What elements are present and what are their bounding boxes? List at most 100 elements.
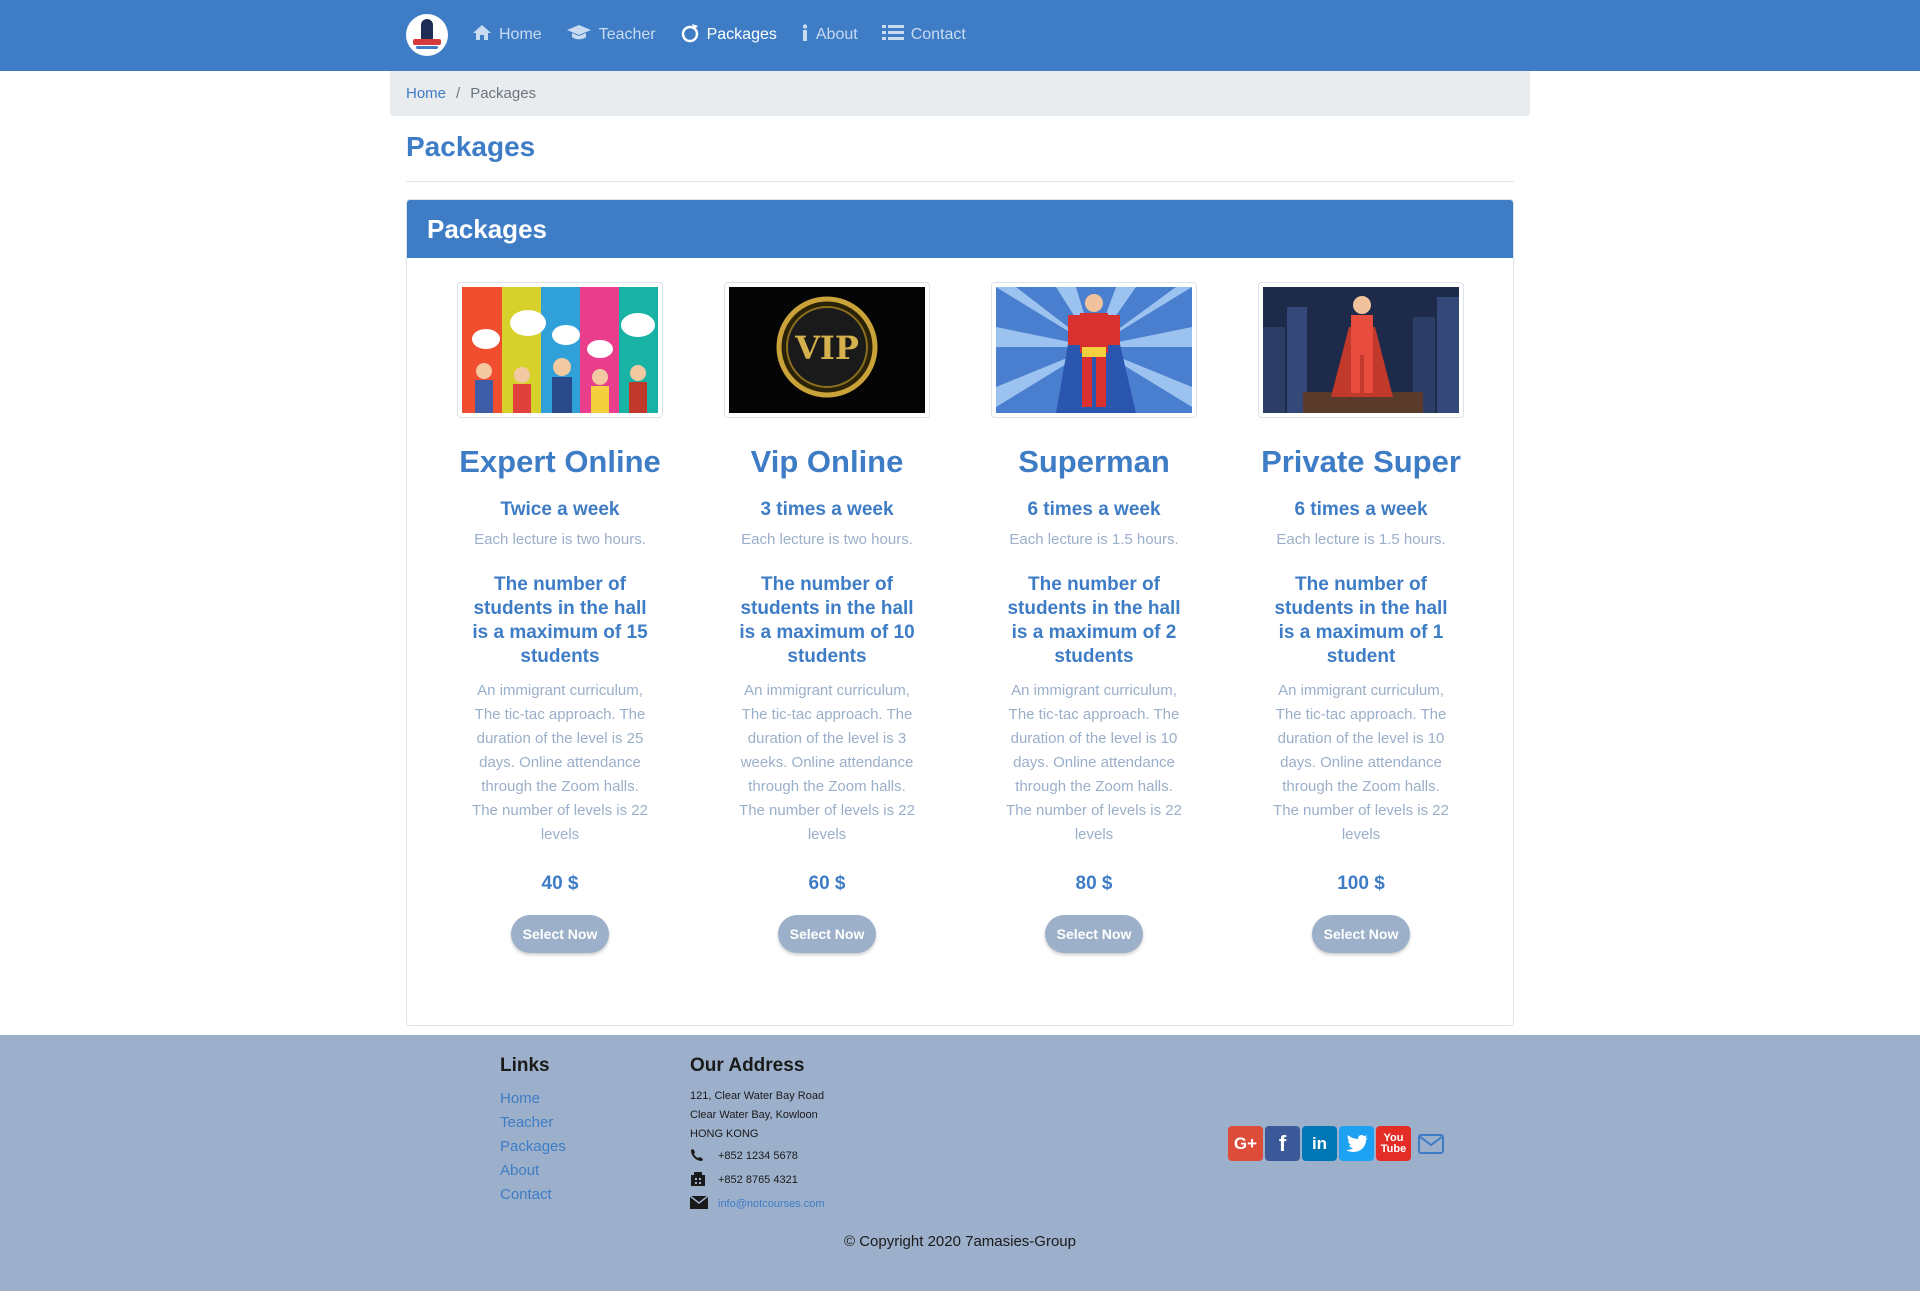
panel-header: Packages [407, 200, 1513, 258]
package-description: An immigrant curriculum, The tic-tac app… [1006, 682, 1182, 843]
package-name: Vip Online [750, 444, 904, 479]
vip-badge-illustration: VIP [729, 287, 925, 413]
package-card-vip-online: VIP Vip Online 3 times a week Each lectu… [717, 282, 937, 953]
email-link[interactable]: info@notcourses.com [718, 1198, 825, 1210]
logo-figure [421, 19, 433, 41]
social-icons: G+ f in You Tube [1228, 1126, 1450, 1161]
package-image: VIP [724, 282, 930, 418]
nav-item-label: Packages [706, 26, 777, 43]
nav-inner: Home Teacher Packages About Contact [406, 14, 990, 56]
package-students: The number of students in the hall is a … [472, 574, 648, 667]
phone-row: +852 1234 5678 [690, 1144, 825, 1168]
linkedin-icon[interactable]: in [1302, 1126, 1337, 1161]
phone-icon [690, 1148, 718, 1165]
footer: Links Home Teacher Packages About Contac… [0, 1035, 1920, 1291]
footer-links-heading: Links [500, 1055, 550, 1076]
people-speech-bubbles-illustration [462, 287, 658, 413]
package-lecture-duration: Each lecture is two hours. [474, 531, 646, 548]
nav-item-label: About [815, 26, 858, 43]
panel-title: Packages [427, 214, 547, 244]
package-card-expert-online: Expert Online Twice a week Each lecture … [450, 282, 670, 953]
package-price: 40 $ [541, 873, 579, 894]
footer-link-teacher[interactable]: Teacher [500, 1111, 566, 1135]
google-plus-icon[interactable]: G+ [1228, 1126, 1263, 1161]
info-icon [801, 23, 809, 47]
package-students: The number of students in the hall is a … [1274, 574, 1448, 667]
package-students: The number of students in the hall is a … [739, 574, 915, 667]
package-image [457, 282, 663, 418]
copyright: © Copyright 2020 7amasies-Group [843, 1233, 1076, 1250]
list-icon [881, 24, 904, 46]
select-now-button[interactable]: Select Now [511, 915, 609, 953]
breadcrumb-separator: / [456, 85, 461, 102]
nav-item-teacher[interactable]: Teacher [566, 24, 656, 46]
title-divider [406, 181, 1514, 182]
package-card-private-super: Private Super 6 times a week Each lectur… [1251, 282, 1471, 953]
package-students: The number of students in the hall is a … [1007, 574, 1181, 667]
address-line: 121, Clear Water Bay Road [690, 1090, 825, 1102]
package-description: An immigrant curriculum, The tic-tac app… [1273, 682, 1449, 843]
top-navbar: Home Teacher Packages About Contact [0, 0, 1920, 71]
vip-badge-text: VIP [794, 329, 859, 367]
footer-links: Links Home Teacher Packages About Contac… [500, 1055, 566, 1207]
packages-panel: Packages Expert Online Twice a week Each… [406, 199, 1514, 1026]
breadcrumb: Home / Packages [390, 71, 1530, 116]
package-description: An immigrant curriculum, The tic-tac app… [739, 682, 915, 843]
footer-link-packages[interactable]: Packages [500, 1135, 566, 1159]
footer-address: Our Address 121, Clear Water Bay Road Cl… [689, 1055, 825, 1216]
footer-link-contact[interactable]: Contact [500, 1183, 566, 1207]
package-lecture-duration: Each lecture is 1.5 hours. [1276, 531, 1446, 548]
refresh-icon [680, 23, 700, 48]
envelope-icon [689, 1195, 718, 1212]
mail-icon[interactable] [1413, 1126, 1448, 1161]
package-frequency: 3 times a week [760, 499, 894, 520]
nav-item-label: Teacher [598, 26, 656, 43]
youtube-icon[interactable]: You Tube [1376, 1126, 1411, 1161]
package-description: An immigrant curriculum, The tic-tac app… [472, 682, 648, 843]
site-logo[interactable] [406, 14, 448, 56]
page-title: Packages [406, 131, 536, 162]
package-frequency: 6 times a week [1027, 499, 1161, 520]
fax-number: +852 8765 4321 [718, 1174, 798, 1186]
select-now-button[interactable]: Select Now [778, 915, 876, 953]
phone-number: +852 1234 5678 [718, 1150, 798, 1162]
logo-mark [413, 39, 441, 45]
package-card-superman: Superman 6 times a week Each lecture is … [984, 282, 1204, 953]
facebook-icon[interactable]: f [1265, 1126, 1300, 1161]
footer-link-about[interactable]: About [500, 1159, 566, 1183]
address-line: HONG KONG [690, 1128, 759, 1140]
email-row: info@notcourses.com [689, 1192, 825, 1216]
package-name: Private Super [1261, 444, 1461, 479]
footer-address-heading: Our Address [690, 1055, 805, 1076]
footer-link-home[interactable]: Home [500, 1087, 566, 1111]
package-price: 80 $ [1075, 873, 1113, 894]
package-frequency: Twice a week [500, 499, 620, 520]
nav-item-contact[interactable]: Contact [881, 24, 966, 46]
breadcrumb-home-link[interactable]: Home [406, 85, 446, 102]
graduation-cap-icon [566, 24, 592, 46]
package-image [991, 282, 1197, 418]
package-name: Expert Online [459, 444, 661, 479]
superhero-city-illustration [1263, 287, 1459, 413]
package-price: 60 $ [808, 873, 846, 894]
twitter-icon[interactable] [1339, 1126, 1374, 1161]
nav-item-home[interactable]: Home [472, 24, 542, 46]
breadcrumb-current: Packages [470, 85, 537, 102]
package-frequency: 6 times a week [1294, 499, 1428, 520]
logo-mark-line [416, 46, 438, 49]
package-price: 100 $ [1337, 873, 1385, 894]
nav-item-packages[interactable]: Packages [680, 23, 777, 48]
package-name: Superman [1018, 444, 1170, 479]
select-now-button[interactable]: Select Now [1045, 915, 1143, 953]
select-now-button[interactable]: Select Now [1312, 915, 1410, 953]
nav-item-about[interactable]: About [801, 23, 858, 47]
home-icon [472, 24, 492, 46]
nav-item-label: Home [499, 26, 542, 43]
package-image [1258, 282, 1464, 418]
address-line: Clear Water Bay, Kowloon [690, 1109, 818, 1121]
package-lecture-duration: Each lecture is 1.5 hours. [1009, 531, 1179, 548]
superhero-illustration [996, 287, 1192, 413]
package-lecture-duration: Each lecture is two hours. [741, 531, 913, 548]
fax-icon [690, 1171, 718, 1190]
fax-row: +852 8765 4321 [690, 1168, 825, 1192]
